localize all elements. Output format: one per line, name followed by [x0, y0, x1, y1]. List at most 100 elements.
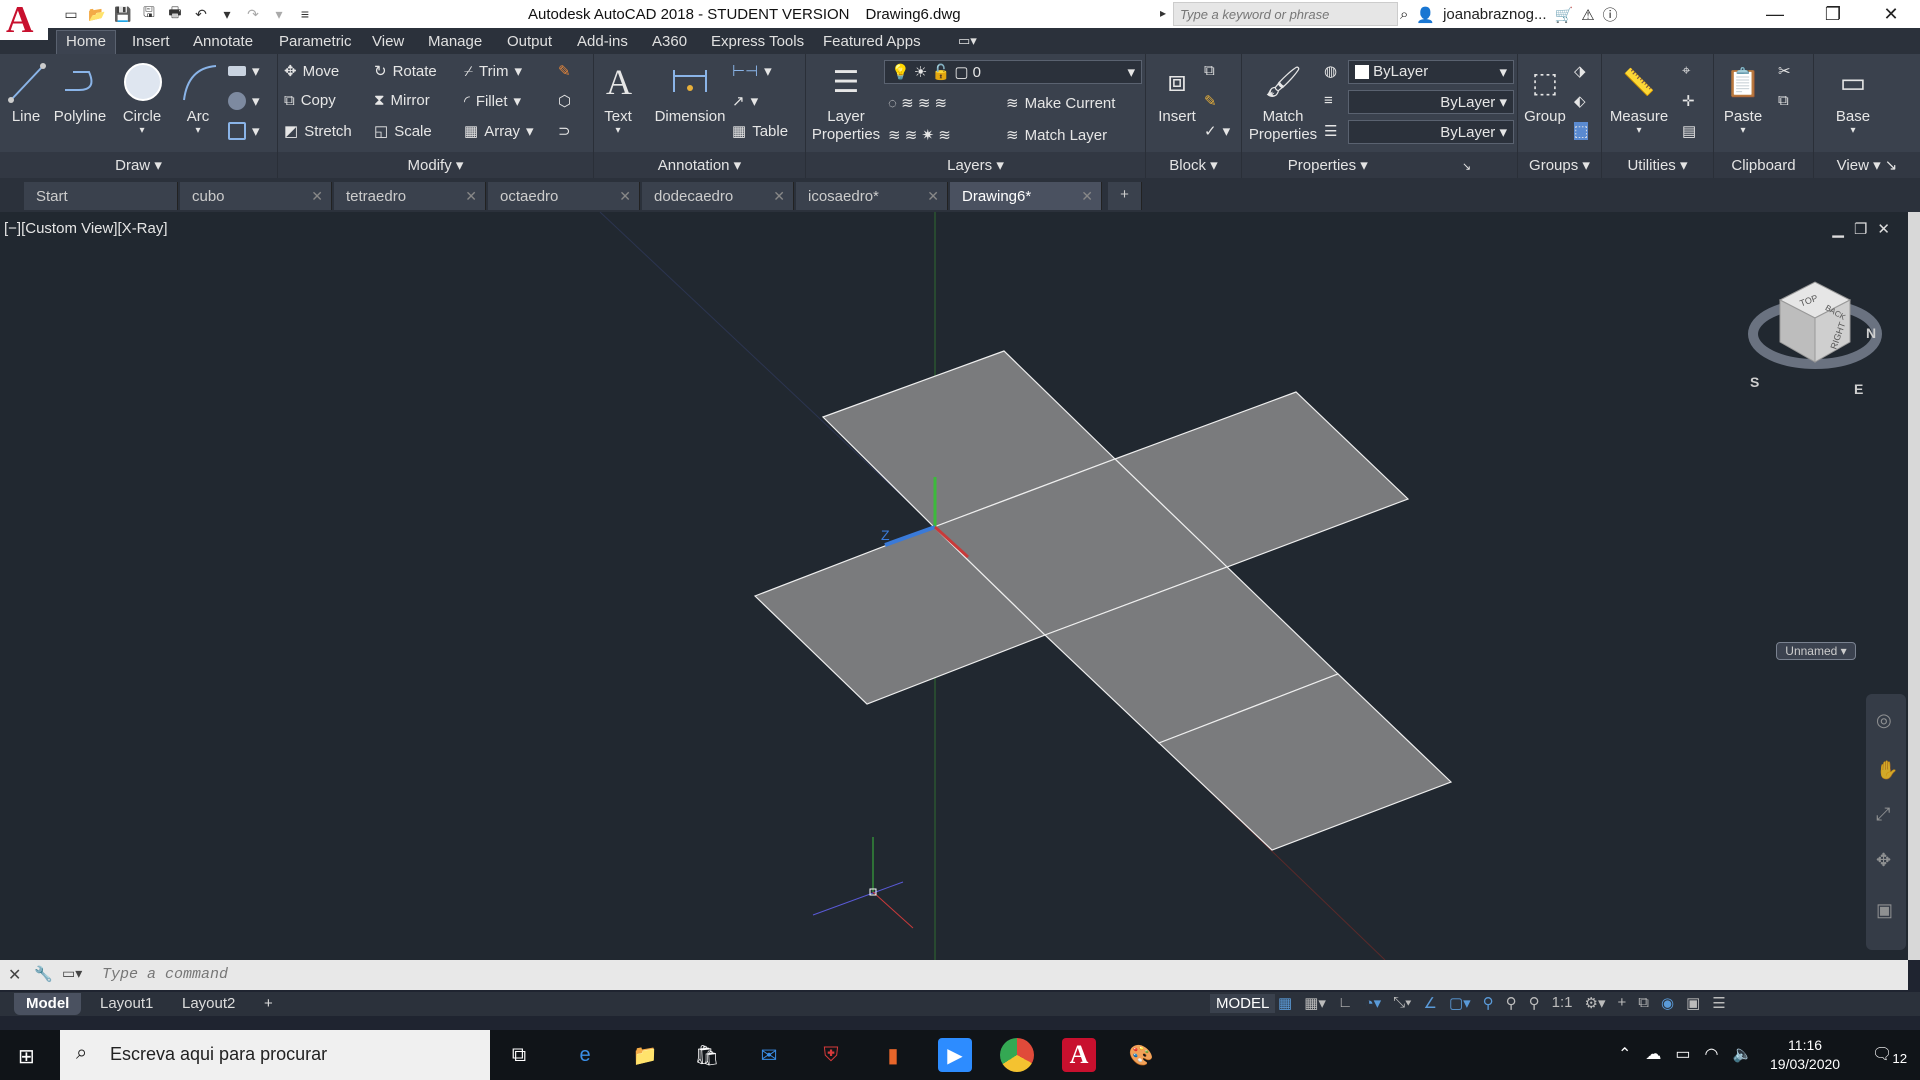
mcafee-icon[interactable]: ⛨ [814, 1038, 848, 1072]
binoculars-icon[interactable]: ⌕ [1400, 6, 1408, 23]
layer-tools-row2[interactable]: ≋ ≋ ✷ ≋ [888, 126, 951, 144]
linetype-icon[interactable]: ≡ [1324, 92, 1333, 109]
close-tab-icon[interactable]: ✕ [927, 188, 939, 205]
object-snap-tracking-icon[interactable]: ∠ [1423, 994, 1436, 1012]
file-tab-start[interactable]: Start [24, 182, 178, 210]
isolate-objects-icon[interactable]: ◉ [1661, 994, 1674, 1012]
cube-net[interactable] [753, 350, 1453, 851]
workspace-gear-icon[interactable]: ⚙▾ [1585, 994, 1606, 1012]
scale-value[interactable]: 1:1 [1552, 994, 1573, 1012]
close-tab-icon[interactable]: ✕ [619, 188, 631, 205]
annotation-panel-label[interactable]: Annotation ▾ [594, 156, 805, 174]
close-tab-icon[interactable]: ✕ [311, 188, 323, 205]
a360-icon[interactable]: ⚠ [1581, 6, 1594, 24]
user-name[interactable]: joanabraznog... [1443, 6, 1546, 23]
vertical-scrollbar[interactable] [1908, 212, 1920, 960]
clipboard-panel-label[interactable]: Clipboard [1714, 157, 1813, 174]
annotation-scale-icon[interactable]: ⚲ [1529, 994, 1540, 1012]
layout-tab-layout1[interactable]: Layout1 [88, 993, 165, 1015]
customization-menu-icon[interactable]: ☰ [1712, 994, 1725, 1012]
ucs-menu[interactable]: Unnamed ▾ [1776, 642, 1856, 660]
copy-button[interactable]: ⧉ Copy [284, 92, 336, 109]
properties-panel-label[interactable]: Properties ▾ ↘ [1242, 156, 1517, 174]
create-block-tool[interactable]: ⧉ [1204, 62, 1215, 79]
drawing-viewport[interactable]: Z TOP RIGHT BACK N S E [−][Custom View][… [0, 212, 1908, 960]
modify-panel-label[interactable]: Modify ▾ [278, 156, 593, 174]
customize-qat-icon[interactable]: ≡ [294, 4, 316, 24]
tab-output[interactable]: Output [507, 33, 552, 50]
arc-button[interactable]: Arc ▾ [178, 60, 218, 136]
user-icon[interactable]: 👤 [1416, 6, 1435, 24]
steering-wheel-icon[interactable]: ◎ [1876, 710, 1892, 731]
office-icon[interactable]: ▮ [876, 1038, 910, 1072]
group-edit-tool[interactable]: ⬖ [1574, 92, 1586, 110]
boundary-tool[interactable]: ▾ [228, 122, 260, 140]
autocad-taskbar-icon[interactable]: A [1062, 1038, 1096, 1072]
close-tab-icon[interactable]: ✕ [773, 188, 785, 205]
close-tab-icon[interactable]: ✕ [465, 188, 477, 205]
annotation-monitor-icon[interactable]: + [1617, 994, 1626, 1012]
print-icon[interactable]: 🖶 [164, 4, 186, 24]
search-input[interactable]: Type a keyword or phrase [1173, 2, 1398, 26]
match-properties-button[interactable]: 🖌 Match Properties [1246, 60, 1320, 144]
tab-annotate[interactable]: Annotate [193, 33, 253, 50]
ortho-icon[interactable]: ∟ [1338, 994, 1353, 1012]
layers-panel-label[interactable]: Layers ▾ [806, 156, 1145, 174]
autoscale-icon[interactable]: ⚲ [1506, 994, 1517, 1012]
block-panel-label[interactable]: Block ▾ [1146, 156, 1241, 174]
view-panel-label[interactable]: View ▾ ↘ [1814, 156, 1920, 174]
rectangle-tool[interactable]: ▾ [228, 62, 260, 80]
minimize-icon[interactable]: — [1746, 0, 1804, 28]
base-button[interactable]: ▭ Base ▾ [1828, 60, 1878, 137]
zoom-icon[interactable]: ▶ [938, 1038, 972, 1072]
layer-properties-button[interactable]: ☰ Layer Properties [808, 60, 884, 144]
file-tab-tetraedro[interactable]: tetraedro ✕ [334, 182, 486, 210]
onedrive-icon[interactable]: ☁ [1645, 1044, 1661, 1064]
lineweight-dropdown[interactable]: ByLayer ▾ [1348, 120, 1514, 144]
chevron-up-icon[interactable]: ⌃ [1618, 1044, 1631, 1064]
file-tab-dodecaedro[interactable]: dodecaedro ✕ [642, 182, 794, 210]
layout-tab-layout2[interactable]: Layout2 [170, 993, 247, 1015]
file-tab-icosaedro[interactable]: icosaedro* ✕ [796, 182, 948, 210]
quick-select-tool[interactable]: ⌖ [1682, 62, 1690, 79]
file-tab-drawing6[interactable]: Drawing6* ✕ [950, 182, 1102, 210]
edit-block-tool[interactable]: ✎ [1204, 92, 1217, 110]
save-icon[interactable]: 💾 [112, 4, 134, 24]
isodraft-icon[interactable]: ⤡▾ [1393, 994, 1411, 1012]
wifi-icon[interactable]: ◠ [1705, 1044, 1719, 1064]
ribbon-display-icon[interactable]: ▭▾ [958, 33, 977, 49]
file-tab-cubo[interactable]: cubo ✕ [180, 182, 332, 210]
redo-icon[interactable]: ↷ [242, 4, 264, 24]
insert-button[interactable]: ⧈ Insert [1152, 60, 1202, 125]
layer-dropdown[interactable]: 💡 ☀ 🔓 ▢ 0 ▾ [884, 60, 1142, 84]
mirror-button[interactable]: ⧗ Mirror [374, 92, 430, 109]
expand-search-icon[interactable]: ▸ [1160, 6, 1166, 20]
color-wheel-icon[interactable]: ◍ [1324, 62, 1337, 80]
text-button[interactable]: A Text ▾ [598, 60, 638, 136]
close-icon[interactable]: ✕ [1862, 0, 1920, 28]
scale-button[interactable]: ◱ Scale [374, 122, 432, 141]
layout-tab-model[interactable]: Model [14, 993, 82, 1015]
viewport-close-icon[interactable]: ✕ [1877, 220, 1890, 238]
tab-manage[interactable]: Manage [428, 33, 482, 50]
orbit-icon[interactable]: ✥ [1876, 850, 1891, 871]
undo-dropdown-icon[interactable]: ▾ [216, 4, 238, 24]
edge-icon[interactable]: e [568, 1038, 602, 1072]
linear-dimension-tool[interactable]: ⊢⊣ ▾ [732, 62, 772, 80]
chrome-icon[interactable] [1000, 1038, 1034, 1072]
command-history-icon[interactable]: ▭▾ [62, 965, 82, 982]
polyline-button[interactable]: Polyline [50, 60, 110, 125]
draw-panel-label[interactable]: Draw ▾ [0, 156, 277, 174]
layer-tools-row1[interactable]: ◌ ≋ ≋ ≋ [888, 94, 947, 112]
cart-icon[interactable]: 🛒 [1555, 6, 1574, 24]
make-current-button[interactable]: ≋ Make Current [1006, 94, 1115, 113]
new-tab-button[interactable]: + [1108, 182, 1142, 210]
wrench-icon[interactable]: 🔧 [34, 965, 53, 983]
command-input[interactable]: Type a command [102, 966, 228, 983]
open-folder-icon[interactable]: 📂 [86, 4, 108, 24]
pan-icon[interactable]: ✋ [1876, 760, 1898, 781]
add-layout-button[interactable]: + [252, 993, 285, 1015]
file-explorer-icon[interactable]: 📁 [628, 1038, 662, 1072]
taskbar-search-input[interactable]: ⌕ Escreva aqui para procurar [60, 1030, 490, 1080]
tab-view[interactable]: View [372, 33, 404, 50]
